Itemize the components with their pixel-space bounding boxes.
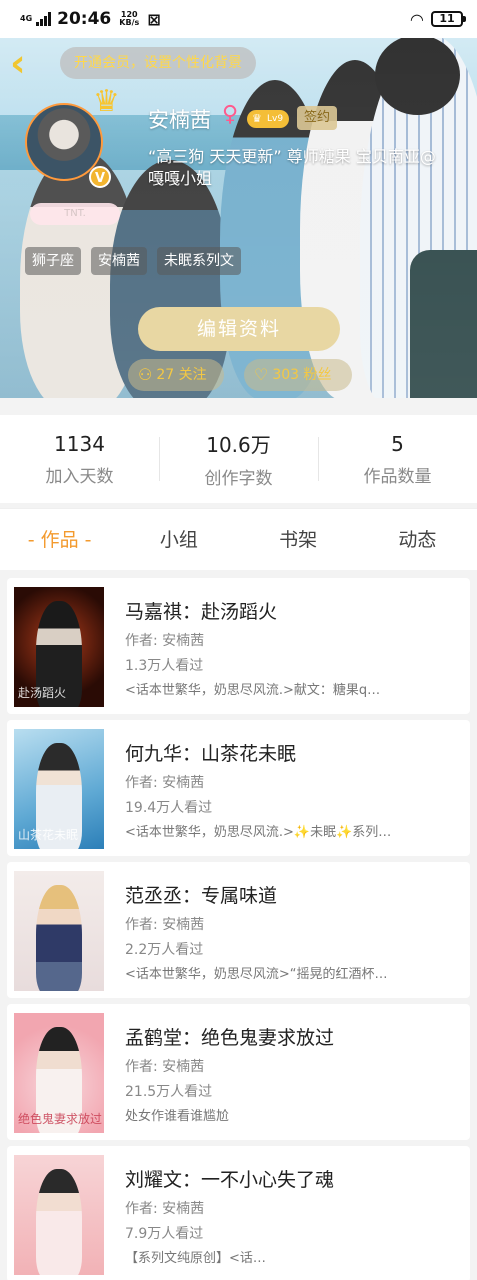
battery-icon: 11 [431, 11, 466, 27]
list-item[interactable]: 赴汤蹈火 马嘉祺：赴汤蹈火 作者: 安楠茜 1.3万人看过 <话本世繁华，奶思尽… [7, 578, 470, 714]
book-description: <话本世繁华，奶思尽风流.>✨未眠✨系列… [125, 825, 392, 840]
tab-bookshelf[interactable]: 书架 [239, 509, 358, 570]
wifi-icon: ◠ [410, 9, 423, 29]
profile-stats: 1134 加入天数 10.6万 创作字数 5 作品数量 [0, 415, 477, 503]
book-author: 作者: 安楠茜 [125, 633, 205, 649]
female-icon: ♀ [222, 102, 239, 127]
tag-item[interactable]: 狮子座 [25, 247, 81, 275]
profile-tabs: - 作品 - 小组 书架 动态 [0, 508, 477, 570]
signed-badge: 签约 [297, 106, 337, 130]
book-cover: 绝色鬼妻求放过 [14, 1013, 104, 1133]
book-author: 作者: 安楠茜 [125, 1201, 205, 1217]
book-title: 孟鹤堂：绝色鬼妻求放过 [125, 1027, 335, 1049]
stat-label: 创作字数 [204, 469, 273, 489]
level-badge: Lv9 [247, 110, 290, 128]
vip-banner[interactable]: 开通会员，设置个性化背景 [60, 47, 256, 79]
stat-value: 10.6万 [206, 433, 271, 457]
fan-badge: TNT. [30, 203, 120, 225]
speed-unit: KB/s [119, 18, 140, 27]
following-button[interactable]: ⚇ 27 关注 [128, 359, 224, 391]
cover-figure [36, 1169, 82, 1275]
tab-activity[interactable]: 动态 [358, 509, 477, 570]
book-description: 处女作谁看谁尴尬 [125, 1109, 230, 1124]
book-title: 范丞丞：专属味道 [125, 885, 278, 907]
book-cover [14, 1155, 104, 1275]
user-icon: ⚇ [138, 365, 153, 384]
cover-text: 山茶花未眠 [18, 828, 79, 842]
book-description: <话本世繁华，奶思尽风流.>献文：糖果q… [125, 683, 381, 698]
cover-text: 赴汤蹈火 [18, 686, 67, 700]
username: 安楠茜 [148, 108, 211, 132]
book-views: 1.3万人看过 [125, 658, 204, 674]
following-count: 27 关注 [156, 367, 207, 383]
stat-label: 加入天数 [45, 466, 114, 487]
network-speed: 120 KB/s [119, 11, 139, 27]
book-author: 作者: 安楠茜 [125, 1059, 205, 1075]
book-views: 21.5万人看过 [125, 1084, 213, 1100]
cover-text: 绝色鬼妻求放过 [18, 1112, 103, 1126]
stat-words: 10.6万 创作字数 [159, 415, 318, 503]
book-title: 刘耀文：一不小心失了魂 [125, 1169, 335, 1191]
clock: 20:46 [57, 9, 112, 29]
tab-works[interactable]: - 作品 - [0, 509, 119, 570]
works-list: 赴汤蹈火 马嘉祺：赴汤蹈火 作者: 安楠茜 1.3万人看过 <话本世繁华，奶思尽… [7, 578, 470, 1280]
book-description: 【系列文纯原创】<话… [125, 1251, 266, 1266]
notification-icon: ⊠ [147, 9, 161, 29]
tag-item[interactable]: 安楠茜 [91, 247, 147, 275]
fans-button[interactable]: ♡ 303 粉丝 [244, 359, 352, 391]
book-views: 7.9万人看过 [125, 1226, 204, 1242]
book-author: 作者: 安楠茜 [125, 775, 205, 791]
list-item[interactable]: 绝色鬼妻求放过 孟鹤堂：绝色鬼妻求放过 作者: 安楠茜 21.5万人看过 处女作… [7, 1004, 470, 1140]
stat-days: 1134 加入天数 [0, 415, 159, 503]
list-item[interactable]: 刘耀文：一不小心失了魂 作者: 安楠茜 7.9万人看过 【系列文纯原创】<话… [7, 1146, 470, 1280]
tab-groups[interactable]: 小组 [119, 509, 238, 570]
book-views: 2.2万人看过 [125, 942, 204, 958]
status-bar: 4G 20:46 120 KB/s ⊠ ◠ 11 [0, 0, 477, 38]
stat-value: 5 [391, 431, 404, 456]
book-cover: 山茶花未眠 [14, 729, 104, 849]
verified-badge: V [89, 166, 111, 188]
book-author: 作者: 安楠茜 [125, 917, 205, 933]
book-cover: 赴汤蹈火 [14, 587, 104, 707]
stat-value: 1134 [54, 431, 105, 456]
battery-level: 11 [439, 12, 455, 25]
list-item[interactable]: 范丞丞：专属味道 作者: 安楠茜 2.2万人看过 <话本世繁华，奶思尽风流>“摇… [7, 862, 470, 998]
stat-works: 5 作品数量 [318, 415, 477, 503]
chevron-left-icon: ‹ [10, 41, 26, 85]
profile-tags: 狮子座 安楠茜 未眠系列文 [25, 247, 241, 275]
cover-figure [36, 885, 82, 991]
book-description: <话本世繁华，奶思尽风流>“摇晃的红酒杯… [125, 967, 388, 982]
crown-icon: ♛ [93, 84, 120, 119]
tag-item[interactable]: 未眠系列文 [157, 247, 241, 275]
edit-profile-button[interactable]: 编辑资料 [138, 307, 340, 351]
heart-icon: ♡ [254, 365, 269, 384]
network-type: 4G [20, 14, 33, 23]
book-cover [14, 871, 104, 991]
book-views: 19.4万人看过 [125, 800, 213, 816]
list-item[interactable]: 山茶花未眠 何九华：山茶花未眠 作者: 安楠茜 19.4万人看过 <话本世繁华，… [7, 720, 470, 856]
stat-label: 作品数量 [363, 466, 432, 487]
profile-bio: “高三狗 天天更新” 尊师糖果 宝贝南亚@嘎嘎小姐 [148, 147, 436, 188]
fans-count: 303 粉丝 [272, 367, 332, 383]
book-title: 马嘉祺：赴汤蹈火 [125, 601, 278, 623]
book-title: 何九华：山茶花未眠 [125, 743, 297, 765]
back-button[interactable]: ‹ [10, 44, 38, 82]
signal-icon [36, 12, 52, 26]
